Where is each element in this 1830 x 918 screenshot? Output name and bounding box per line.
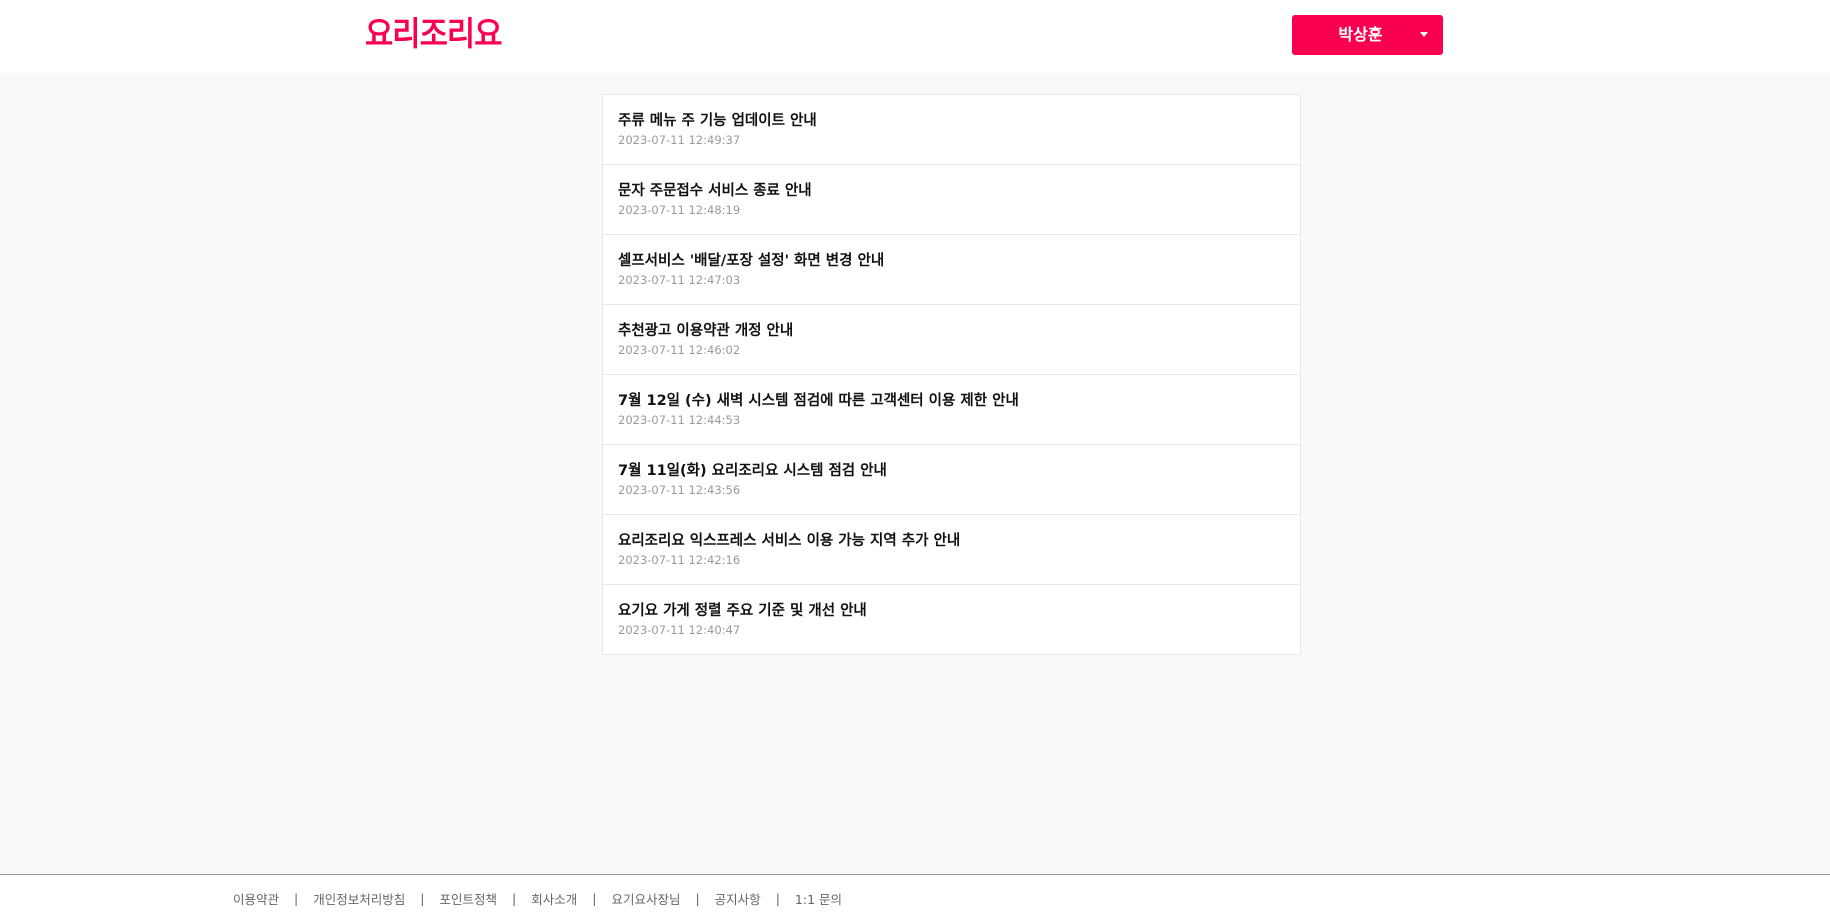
- notice-date: 2023-07-11 12:48:19: [618, 203, 741, 217]
- footer-link-company[interactable]: 회사소개: [531, 889, 577, 908]
- notice-date: 2023-07-11 12:42:16: [618, 553, 741, 567]
- footer-separator: |: [695, 891, 700, 906]
- caret-down-icon[interactable]: [1420, 32, 1428, 37]
- footer-link-owner[interactable]: 요기요사장님: [611, 889, 680, 908]
- notice-date: 2023-07-11 12:46:02: [618, 343, 741, 357]
- footer-separator: |: [511, 891, 517, 906]
- footer-links: 이용약관 | 개인정보처리방침 | 포인트정책 | 회사소개 | 요기요사장님 …: [233, 889, 842, 908]
- notice-list: 주류 메뉴 주 기능 업데이트 안내 2023-07-11 12:49:37 문…: [602, 94, 1301, 655]
- notice-item[interactable]: 문자 주문접수 서비스 종료 안내 2023-07-11 12:48:19: [603, 165, 1300, 235]
- logo[interactable]: 요리조리요: [365, 14, 502, 54]
- notice-date: 2023-07-11 12:40:47: [618, 623, 741, 637]
- footer-link-point-policy[interactable]: 포인트정책: [439, 889, 497, 908]
- notice-title: 문자 주문접수 서비스 종료 안내: [618, 183, 812, 199]
- notice-item[interactable]: 7월 12일 (수) 새벽 시스템 점검에 따른 고객센터 이용 제한 안내 2…: [603, 375, 1300, 445]
- footer-link-inquiry[interactable]: 1:1 문의: [795, 889, 842, 908]
- notice-date: 2023-07-11 12:44:53: [618, 413, 741, 427]
- footer-separator: |: [592, 891, 597, 906]
- footer-link-notices[interactable]: 공지사항: [715, 889, 761, 908]
- notice-title: 추천광고 이용약관 개정 안내: [618, 323, 794, 339]
- notice-title: 요리조리요 익스프레스 서비스 이용 가능 지역 추가 안내: [618, 533, 961, 549]
- notice-title: 요기요 가게 정렬 주요 기준 및 개선 안내: [618, 603, 867, 619]
- footer-separator: |: [294, 891, 299, 906]
- notice-title: 주류 메뉴 주 기능 업데이트 안내: [618, 113, 817, 129]
- notice-item[interactable]: 추천광고 이용약관 개정 안내 2023-07-11 12:46:02: [603, 305, 1300, 375]
- header: 요리조리요 박상훈: [0, 0, 1830, 73]
- notice-date: 2023-07-11 12:43:56: [618, 483, 741, 497]
- footer-link-terms[interactable]: 이용약관: [233, 889, 279, 908]
- notice-item[interactable]: 셀프서비스 '배달/포장 설정' 화면 변경 안내 2023-07-11 12:…: [603, 235, 1300, 305]
- notice-date: 2023-07-11 12:47:03: [618, 273, 741, 287]
- user-name: 박상훈: [1338, 25, 1383, 44]
- notice-title: 7월 12일 (수) 새벽 시스템 점검에 따른 고객센터 이용 제한 안내: [618, 393, 1019, 409]
- footer-separator: |: [775, 891, 780, 906]
- notice-title: 셀프서비스 '배달/포장 설정' 화면 변경 안내: [618, 253, 885, 269]
- notice-item[interactable]: 7월 11일(화) 요리조리요 시스템 점검 안내 2023-07-11 12:…: [603, 445, 1300, 515]
- notice-item[interactable]: 요기요 가게 정렬 주요 기준 및 개선 안내 2023-07-11 12:40…: [603, 585, 1300, 654]
- footer-link-privacy[interactable]: 개인정보처리방침: [313, 889, 405, 908]
- notice-item[interactable]: 주류 메뉴 주 기능 업데이트 안내 2023-07-11 12:49:37: [603, 95, 1300, 165]
- footer: 이용약관 | 개인정보처리방침 | 포인트정책 | 회사소개 | 요기요사장님 …: [0, 874, 1830, 918]
- notice-item[interactable]: 요리조리요 익스프레스 서비스 이용 가능 지역 추가 안내 2023-07-1…: [603, 515, 1300, 585]
- footer-separator: |: [420, 891, 425, 906]
- notice-title: 7월 11일(화) 요리조리요 시스템 점검 안내: [618, 463, 887, 479]
- notice-date: 2023-07-11 12:49:37: [618, 133, 741, 147]
